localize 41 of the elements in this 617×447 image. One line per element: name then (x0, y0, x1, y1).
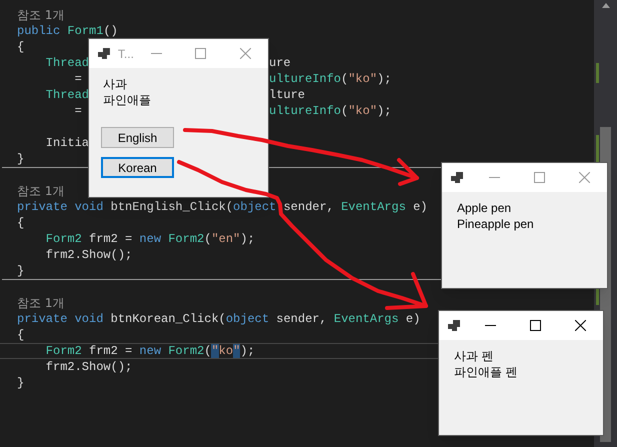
code-text: ure (269, 56, 291, 70)
code-text: { (17, 216, 24, 230)
code-text: } (17, 264, 24, 278)
code-text: ultureInfo("ko"); (269, 72, 392, 86)
code-text: Initia (44, 136, 90, 150)
form-button[interactable]: Korean (101, 157, 174, 178)
code-text: Form2 frm2 = new Form2("en"); (44, 232, 255, 246)
label-text: Pineapple pen (457, 216, 534, 232)
code-text: = (74, 104, 82, 118)
code-text: Thread (44, 56, 90, 70)
code-text: frm2.Show(); (44, 360, 132, 374)
code-text: private void btnEnglish_Click(object sender, EventArgs e) (17, 200, 428, 214)
window-title: T... (118, 46, 134, 62)
label-text: 파인애플 펜 (454, 364, 518, 380)
close-icon[interactable] (575, 320, 586, 331)
form-button[interactable]: English (101, 127, 174, 148)
maximize-icon[interactable] (530, 320, 541, 331)
code-text: lture (269, 88, 306, 102)
code-text: public Form1() (17, 24, 118, 38)
code-text: 참조 1개 (17, 8, 64, 22)
app-icon (98, 48, 110, 59)
change-marker (596, 63, 599, 83)
code-text: 참조 1개 (17, 184, 64, 198)
code-text: } (17, 152, 24, 166)
label-text: 사과 (103, 76, 127, 92)
app-icon (451, 172, 463, 183)
scroll-up-icon[interactable] (602, 3, 610, 8)
code-text: { (17, 40, 24, 54)
app-icon (448, 320, 460, 331)
label-text: 사과 펜 (454, 348, 494, 364)
code-text: private void btnKorean_Click(object sender, EventArgs e) (17, 312, 420, 326)
code-text: = (74, 72, 82, 86)
code-text: 참조 1개 (17, 296, 64, 310)
code-text: } (17, 376, 24, 390)
code-text: frm2.Show(); (44, 248, 132, 262)
label-text: 파인애플 (103, 92, 151, 108)
code-text: ultureInfo("ko"); (269, 104, 392, 118)
code-text: { (17, 328, 24, 342)
code-text: Form2 frm2 = new Form2("ko"); (44, 344, 255, 358)
code-text: Thread (44, 88, 90, 102)
label-text: Apple pen (457, 200, 512, 216)
